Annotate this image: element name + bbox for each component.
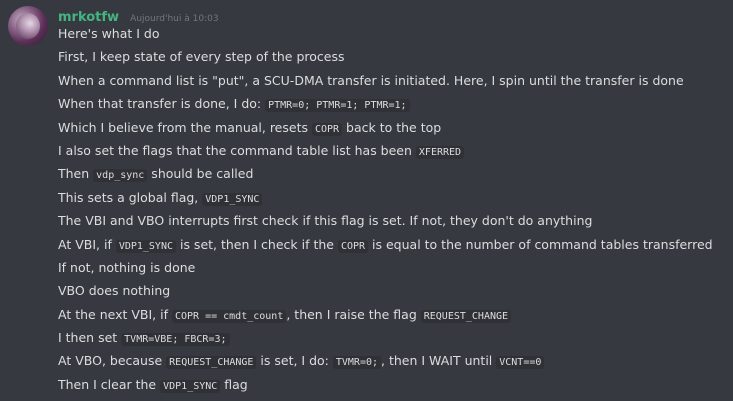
message-text: When a command list is "put", a SCU-DMA …	[58, 72, 684, 88]
username[interactable]: mrkotfw	[58, 10, 119, 25]
message-line: The VBI and VBO interrupts first check i…	[58, 212, 728, 235]
message-line: First, I keep state of every step of the…	[58, 48, 728, 71]
message-text: This sets a global flag,	[58, 189, 203, 205]
inline-code: COPR	[337, 239, 369, 253]
message-text: VBO does nothing	[58, 283, 171, 299]
message-text: I then set	[58, 330, 122, 346]
inline-code: COPR	[311, 122, 343, 136]
message-line: Which I believe from the manual, resets …	[58, 119, 728, 142]
message-text: back to the top	[342, 119, 442, 135]
inline-code: TVMR=0;	[332, 356, 382, 370]
message-line: Then I clear the VDP1_SYNC flag	[58, 376, 728, 399]
message-header: mrkotfw Aujourd'hui à 10:03	[58, 7, 219, 25]
message-content: Here's what I do First, I keep state of e…	[58, 25, 728, 399]
message-text: At VBO, because	[58, 353, 167, 369]
message-text: should be called	[147, 166, 254, 182]
avatar-image	[16, 13, 40, 39]
message-line: At VBI, if VDP1_SYNC is set, then I chec…	[58, 236, 728, 259]
inline-code: PTMR=0; PTMR=1; PTMR=1;	[265, 99, 410, 113]
message-text: flag	[220, 376, 248, 392]
inline-code: REQUEST_CHANGE	[420, 309, 512, 323]
message-text: is set, then I check if the	[176, 236, 338, 252]
message-line: If not, nothing is done	[58, 259, 728, 282]
message-text: If not, nothing is done	[58, 259, 196, 275]
timestamp: Aujourd'hui à 10:03	[130, 14, 219, 24]
user-avatar[interactable]	[8, 6, 48, 46]
message-text: , then I WAIT until	[381, 353, 497, 369]
message-text: Here's what I do	[58, 26, 160, 41]
message-line: When that transfer is done, I do: PTMR=0…	[58, 95, 728, 118]
inline-code: VCNT==0	[496, 356, 545, 370]
message-line: At the next VBI, if COPR == cmdt_count, …	[58, 306, 728, 329]
message-text: Then I clear the	[58, 376, 161, 392]
message-text: , then I raise the flag	[286, 306, 421, 322]
message-line: Then vdp_sync should be called	[58, 165, 728, 188]
message-line: I also set the flags that the command ta…	[58, 142, 728, 165]
inline-code: VDP1_SYNC	[115, 239, 176, 253]
message-text: The VBI and VBO interrupts first check i…	[58, 213, 593, 229]
message-text: Which I believe from the manual, resets	[58, 119, 312, 135]
inline-code: TVMR=VBE; FBCR=3;	[121, 333, 230, 347]
message-line: At VBO, because REQUEST_CHANGE is set, I…	[58, 352, 728, 375]
message-text: At VBI, if	[58, 236, 116, 252]
inline-code: COPR == cmdt_count	[171, 309, 287, 323]
inline-code: VDP1_SYNC	[160, 379, 221, 393]
message-text: is set, I do:	[256, 353, 333, 369]
inline-code: REQUEST_CHANGE	[166, 356, 257, 370]
message-text: At the next VBI, if	[58, 306, 172, 322]
message-text: When that transfer is done, I do:	[58, 96, 266, 112]
message-text: Then	[58, 166, 94, 182]
message-line: I then set TVMR=VBE; FBCR=3;	[58, 329, 728, 352]
inline-code: vdp_sync	[93, 169, 148, 183]
message-text: I also set the flags that the command ta…	[58, 142, 416, 158]
message-line: Here's what I do	[58, 25, 728, 48]
inline-code: VDP1_SYNC	[202, 192, 263, 206]
chat-message: mrkotfw Aujourd'hui à 10:03 Here's what …	[0, 0, 733, 401]
message-text: First, I keep state of every step of the…	[58, 49, 345, 65]
message-line: This sets a global flag, VDP1_SYNC	[58, 189, 728, 212]
inline-code: XFERRED	[415, 145, 465, 159]
message-line: VBO does nothing	[58, 282, 728, 305]
message-line: When a command list is "put", a SCU-DMA …	[58, 72, 728, 95]
message-text: is equal to the number of command tables…	[368, 236, 713, 252]
